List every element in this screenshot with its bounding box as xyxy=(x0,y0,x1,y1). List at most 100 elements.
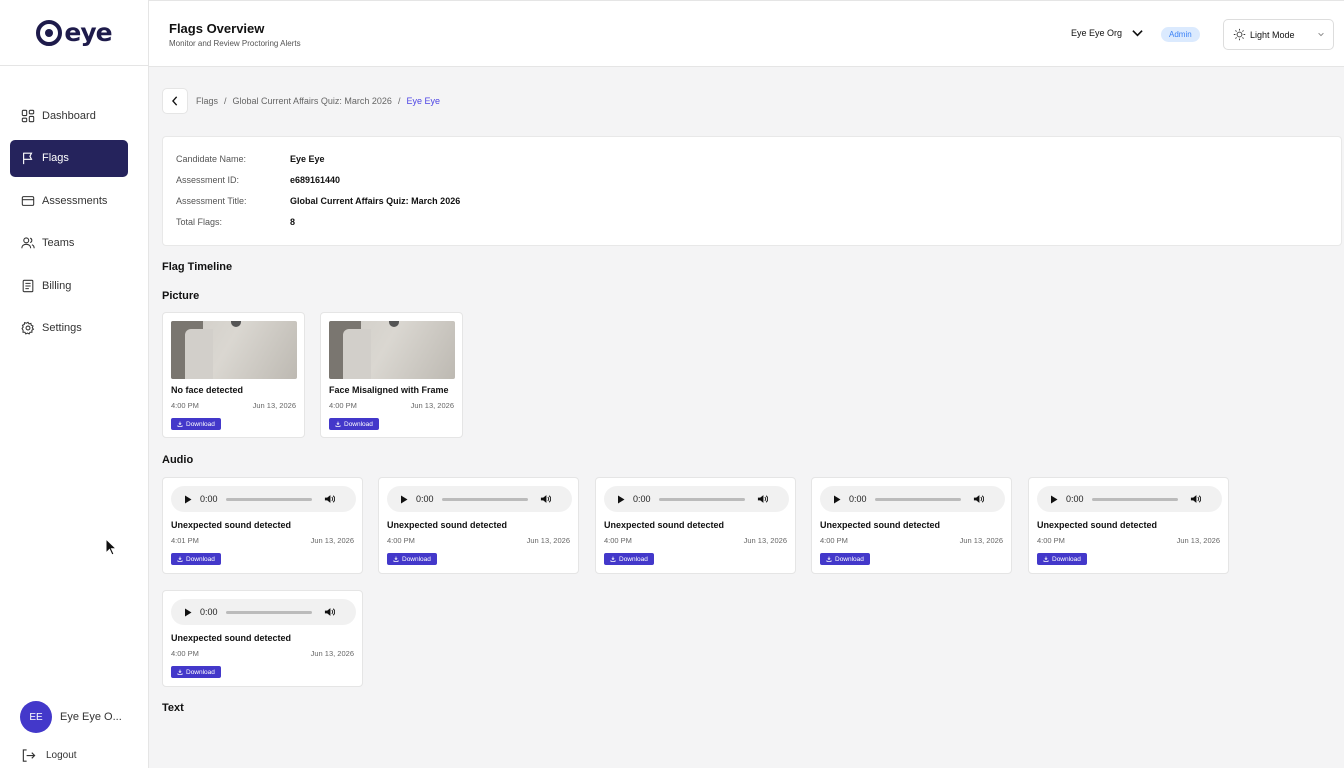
breadcrumb-item-flags[interactable]: Flags xyxy=(196,96,218,106)
logo-area: eye xyxy=(0,0,148,66)
flag-date: Jun 13, 2026 xyxy=(1176,536,1220,545)
logo-text: eye xyxy=(64,18,112,47)
flag-date: Jun 13, 2026 xyxy=(410,401,454,410)
breadcrumb-item-assessment[interactable]: Global Current Affairs Quiz: March 2026 xyxy=(233,96,392,106)
download-label: Download xyxy=(344,420,373,428)
sun-icon xyxy=(1233,28,1246,41)
download-button[interactable]: Download xyxy=(171,553,221,565)
logout-button[interactable]: Logout xyxy=(21,748,77,763)
download-button[interactable]: Download xyxy=(820,553,870,565)
flag-time: 4:00 PM xyxy=(387,536,415,545)
audio-progress-slider[interactable] xyxy=(225,610,312,614)
audio-current-time: 0:00 xyxy=(200,607,218,617)
play-icon[interactable] xyxy=(833,495,841,504)
info-row-assessment-id: Assessment ID: e689161440 xyxy=(176,175,340,185)
sidebar-item-assessments[interactable]: Assessments xyxy=(10,182,128,219)
play-icon[interactable] xyxy=(184,495,192,504)
sidebar-item-billing[interactable]: Billing xyxy=(10,267,128,304)
download-icon xyxy=(177,669,183,675)
flag-title: Unexpected sound detected xyxy=(604,520,725,530)
volume-icon[interactable] xyxy=(540,494,551,504)
audio-player: 0:00 xyxy=(171,486,356,512)
sidebar-item-teams[interactable]: Teams xyxy=(10,225,128,262)
audio-progress-slider[interactable] xyxy=(225,497,312,501)
flag-time: 4:00 PM xyxy=(171,401,199,410)
sidebar-item-flags[interactable]: Flags xyxy=(10,139,128,177)
play-icon[interactable] xyxy=(617,495,625,504)
back-button[interactable] xyxy=(162,88,188,114)
flag-snapshot-image[interactable] xyxy=(329,321,455,379)
volume-icon[interactable] xyxy=(324,607,335,617)
audio-player: 0:00 xyxy=(604,486,789,512)
text-section-title: Text xyxy=(162,702,184,714)
download-icon xyxy=(393,556,399,562)
flag-time: 4:01 PM xyxy=(171,536,199,545)
audio-player: 0:00 xyxy=(387,486,572,512)
sidebar-item-label: Flags xyxy=(42,152,69,164)
flag-date: Jun 13, 2026 xyxy=(310,536,354,545)
sidebar-item-settings[interactable]: Settings xyxy=(10,310,128,347)
download-button[interactable]: Download xyxy=(171,418,221,430)
info-label: Total Flags: xyxy=(176,217,223,227)
play-icon[interactable] xyxy=(400,495,408,504)
role-badge: Admin xyxy=(1161,27,1200,42)
info-row-assessment-title: Assessment Title: Global Current Affairs… xyxy=(176,196,460,206)
assessment-id: e689161440 xyxy=(290,175,341,185)
download-button[interactable]: Download xyxy=(171,666,221,678)
flag-timeline-title: Flag Timeline xyxy=(162,261,233,273)
flag-title: Unexpected sound detected xyxy=(820,520,941,530)
breadcrumb: Flags / Global Current Affairs Quiz: Mar… xyxy=(196,96,440,106)
audio-progress-slider[interactable] xyxy=(441,497,528,501)
audio-flag-card: 0:00 Unexpected sound detected 4:01 PM Jun … xyxy=(162,477,363,574)
download-icon xyxy=(335,421,341,427)
flag-title: Unexpected sound detected xyxy=(171,633,292,643)
logout-icon xyxy=(22,749,36,762)
volume-icon[interactable] xyxy=(757,494,768,504)
audio-progress-slider[interactable] xyxy=(874,497,961,501)
info-label: Candidate Name: xyxy=(176,154,247,164)
download-label: Download xyxy=(835,555,864,563)
download-label: Download xyxy=(186,420,215,428)
logout-label: Logout xyxy=(46,750,77,761)
download-button[interactable]: Download xyxy=(1037,553,1087,565)
flag-time: 4:00 PM xyxy=(820,536,848,545)
picture-flag-card: Face Misaligned with Frame 4:00 PM Jun 1… xyxy=(320,312,463,438)
flag-title: Face Misaligned with Frame xyxy=(329,385,449,395)
download-label: Download xyxy=(619,555,648,563)
info-label: Assessment ID: xyxy=(176,175,240,185)
card-icon xyxy=(21,195,35,206)
flag-time: 4:00 PM xyxy=(171,649,199,658)
audio-flag-card: 0:00 Unexpected sound detected 4:00 PM Jun … xyxy=(595,477,796,574)
flag-date: Jun 13, 2026 xyxy=(959,536,1003,545)
mouse-cursor-icon xyxy=(105,538,117,556)
flag-date: Jun 13, 2026 xyxy=(743,536,787,545)
audio-progress-slider[interactable] xyxy=(1091,497,1178,501)
logo[interactable]: eye xyxy=(36,18,113,47)
sidebar-nav: Dashboard Flags Assessments Teams Billin… xyxy=(10,97,128,352)
candidate-info-card: Candidate Name: Eye Eye Assessment ID: e… xyxy=(162,136,1342,246)
download-label: Download xyxy=(186,668,215,676)
volume-icon[interactable] xyxy=(1190,494,1201,504)
sidebar-item-dashboard[interactable]: Dashboard xyxy=(10,97,128,134)
org-switcher[interactable]: Eye Eye Org xyxy=(1071,28,1143,38)
volume-icon[interactable] xyxy=(973,494,984,504)
download-button[interactable]: Download xyxy=(329,418,379,430)
receipt-icon xyxy=(22,279,34,292)
audio-progress-slider[interactable] xyxy=(658,497,745,501)
download-button[interactable]: Download xyxy=(387,553,437,565)
play-icon[interactable] xyxy=(184,608,192,617)
download-button[interactable]: Download xyxy=(604,553,654,565)
flag-snapshot-image[interactable] xyxy=(171,321,297,379)
audio-player: 0:00 xyxy=(1037,486,1222,512)
audio-section-title: Audio xyxy=(162,454,194,466)
play-icon[interactable] xyxy=(1050,495,1058,504)
volume-icon[interactable] xyxy=(324,494,335,504)
flag-icon xyxy=(23,152,33,165)
audio-current-time: 0:00 xyxy=(1066,494,1084,504)
download-icon xyxy=(610,556,616,562)
theme-select[interactable]: Light Mode xyxy=(1223,19,1334,50)
chevron-left-icon xyxy=(172,96,178,106)
user-profile[interactable]: EE Eye Eye O... xyxy=(20,701,122,733)
info-row-total-flags: Total Flags: 8 xyxy=(176,217,295,227)
flag-title: No face detected xyxy=(171,385,244,395)
